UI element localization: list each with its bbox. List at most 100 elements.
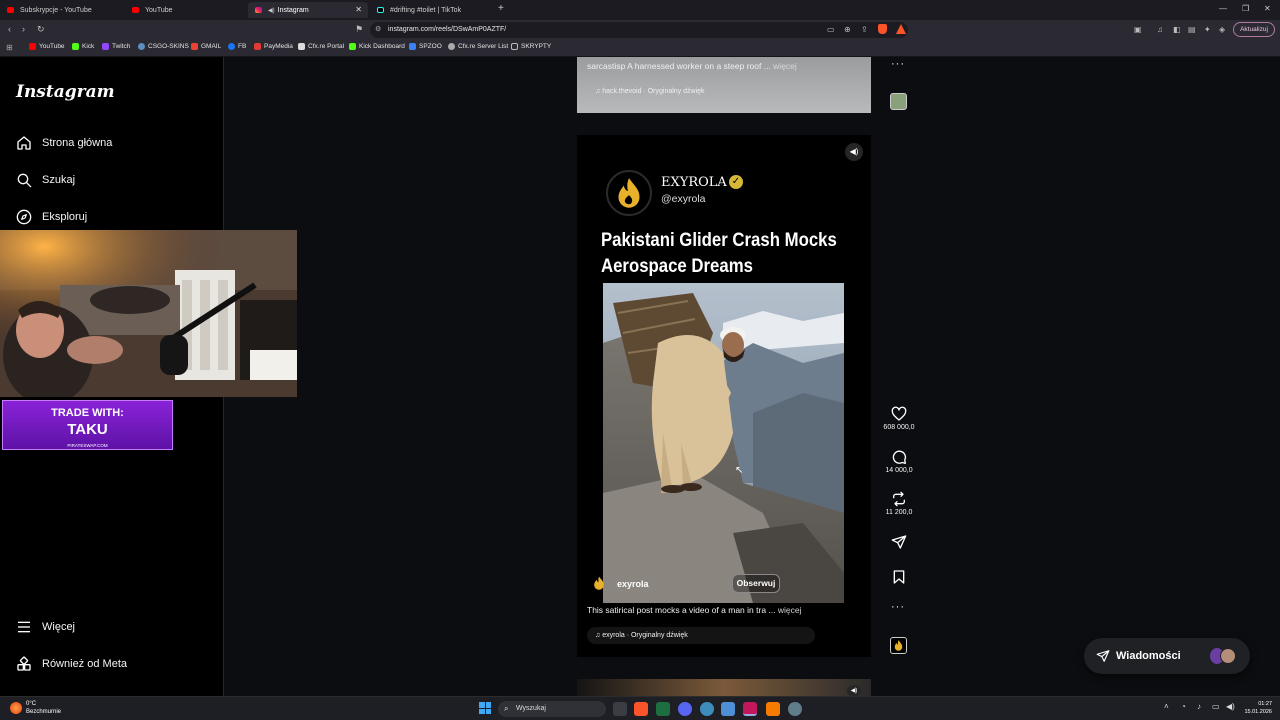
volume-icon[interactable]: ◀) [1226,702,1235,711]
bookmark-kick-dashboard[interactable]: Kick Dashboard [349,43,405,50]
bookmark-paymedia[interactable]: PayMedia [254,43,293,50]
current-reel[interactable]: ◀) EXYROLA ✓ @exyrola Pakistani Glider C… [577,135,871,657]
wallet-icon[interactable]: ▤ [1188,25,1196,34]
prev-reel-audio[interactable]: hack.thevoid · Oryginalny dźwięk [602,88,704,95]
user-avatar-flame-icon[interactable] [591,575,607,591]
instagram-logo[interactable]: Instagram [16,82,115,102]
bookmark-cfx-server-list[interactable]: Cfx.re Server List [448,43,508,50]
promo-line-3: PIRATESWAP.COM [67,443,108,448]
tab-youtube[interactable]: YouTube [125,2,250,18]
extensions-icon[interactable]: ▣ [1134,25,1142,34]
bookmark-icon[interactable]: ⚑ [355,24,363,35]
tab-tiktok[interactable]: #drifting #toilet | TikTok [370,2,495,18]
reel-audio-thumbnail-icon[interactable] [890,637,907,654]
reel-more-options-icon[interactable]: ··· [891,601,905,613]
reel-video[interactable]: ↖ [603,283,844,603]
microphone-icon[interactable]: ♪ [1197,702,1201,711]
bookmark-kick[interactable]: Kick [72,43,94,50]
like-action[interactable]: 608 000,0 [879,406,919,431]
share-icon[interactable]: ⇪ [861,25,868,34]
task-view-icon[interactable] [613,702,627,716]
twitch-icon [102,43,109,50]
back-icon[interactable]: ‹ [8,24,11,34]
file-icon[interactable] [721,702,735,716]
follow-button[interactable]: Obserwuj [732,574,780,593]
flame-icon [894,640,903,651]
gmail-icon [191,43,198,50]
repost-count: 11 200,0 [885,509,913,516]
clock-time: 01:27 [1258,701,1272,707]
bookmark-gmail[interactable]: GMAIL [191,43,221,50]
comment-action[interactable]: 14 000,0 [879,449,919,474]
bookmark-skrypty[interactable]: SKRYPTY [511,43,551,50]
messages-label: Wiadomości [1116,650,1181,662]
apps-grid-icon[interactable]: ⊞ [6,43,13,52]
prev-reel-more-link[interactable]: więcej [773,61,797,71]
prev-reel-more-options-icon[interactable]: ··· [891,58,905,70]
bookmark-cfx-portal[interactable]: Cfx.re Portal [298,43,344,50]
discord-icon[interactable] [678,702,692,716]
nav-search[interactable]: Szukaj [16,172,75,188]
forward-icon[interactable]: › [22,24,25,34]
account-handle: @exyrola [661,193,706,205]
weather-widget[interactable]: 0°C Bezchmurnie [26,700,61,716]
messages-button[interactable]: Wiadomości [1084,638,1250,674]
media-icon[interactable]: ♫ [1157,25,1163,34]
maximize-icon[interactable]: ❐ [1242,4,1249,13]
update-button[interactable]: Aktualizuj [1233,22,1275,37]
close-tab-icon[interactable]: ✕ [355,5,362,14]
nav-meta-label: Również od Meta [42,658,127,670]
tab-instagram[interactable]: ◀) Instagram ✕ [248,2,368,18]
brave-shields-icon[interactable] [878,24,887,34]
active-app-icon[interactable] [743,702,757,716]
sidebar-icon[interactable]: ◧ [1173,25,1181,34]
nav-also-from-meta[interactable]: Również od Meta [16,656,127,672]
mouse-cursor-icon: ↖ [735,465,744,476]
taskbar-clock[interactable]: 01:27 15.01.2026 [1240,700,1272,716]
next-reel[interactable]: ◀) [577,679,871,697]
bookmark-spzoo[interactable]: SPZOO [409,43,442,50]
music-note-icon: ♫ [595,632,601,639]
bookmark-twitch[interactable]: Twitch [102,43,130,50]
app-icon[interactable] [766,702,780,716]
minimize-icon[interactable]: — [1219,4,1227,13]
volume-icon[interactable]: ◀) [845,143,863,161]
zoom-icon[interactable]: ⊕ [844,25,851,34]
app-icon[interactable] [700,702,714,716]
close-window-icon[interactable]: ✕ [1264,4,1271,13]
like-count: 608 000,0 [883,424,915,431]
cast-icon[interactable]: ▭ [827,25,835,34]
repost-action[interactable]: 11 200,0 [879,491,919,516]
weather-icon[interactable] [10,702,22,714]
tab-subskrypcje[interactable]: Subskrypcje - YouTube [0,2,125,18]
new-tab-button[interactable]: + [498,3,504,14]
tray-app-icon[interactable]: ◔ [1181,702,1186,711]
brave-browser-icon[interactable] [634,702,648,716]
network-icon[interactable]: ▭ [1212,702,1220,711]
taskbar-search[interactable]: ⌕ Wyszukaj [498,701,606,717]
tab-label: Instagram [277,6,309,14]
webcam-overlay [0,230,297,397]
vpn-icon[interactable]: ◈ [1219,25,1225,34]
bookmark-youtube[interactable]: YouTube [29,43,65,50]
site-settings-icon[interactable]: ⚙ [375,22,381,38]
bookmark-csgo-skins[interactable]: CSGO-SKINS [138,43,189,50]
nav-explore[interactable]: Eksploruj [16,209,87,225]
save-action[interactable] [879,569,919,587]
tab-label: YouTube [145,6,173,14]
reel-audio-chip[interactable]: ♫ exyrola · Oryginalny dźwięk [587,627,815,644]
reload-icon[interactable]: ↻ [37,24,45,35]
prev-reel-audio-thumbnail-icon[interactable] [890,93,907,110]
reel-username[interactable]: exyrola [617,579,649,589]
excel-icon[interactable] [656,702,670,716]
share-action[interactable] [879,534,919,552]
nav-home[interactable]: Strona główna [16,135,112,151]
settings-icon[interactable] [788,702,802,716]
windows-start-icon[interactable] [479,702,491,714]
bookmark-fb[interactable]: FB [228,43,246,50]
tray-chevron-icon[interactable]: ˄ [1164,702,1169,711]
reel-more-link[interactable]: więcej [778,605,802,615]
leo-icon[interactable]: ✦ [1204,25,1211,34]
previous-reel[interactable]: sarcastisp A harnessed worker on a steep… [577,57,871,113]
nav-more[interactable]: Więcej [16,619,75,635]
